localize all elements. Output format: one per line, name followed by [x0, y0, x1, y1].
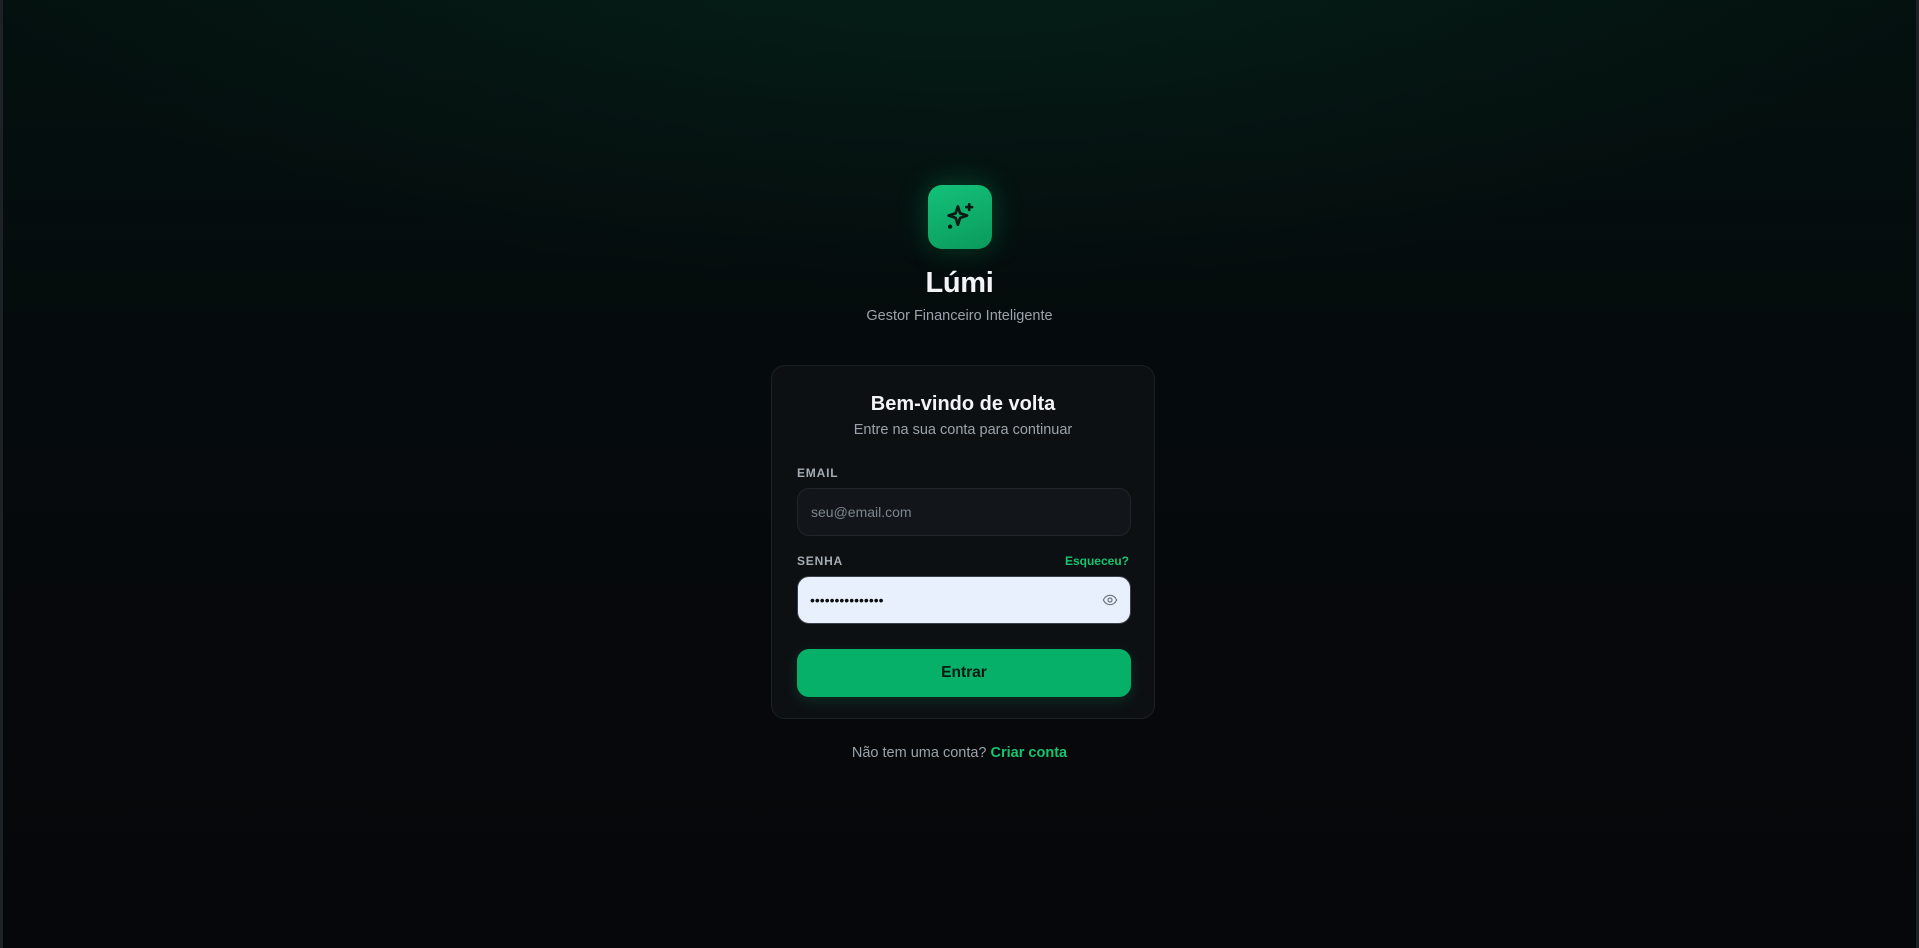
- app-tagline: Gestor Financeiro Inteligente: [866, 308, 1053, 324]
- toggle-password-visibility-button[interactable]: [1101, 591, 1119, 609]
- card-subtitle: Entre na sua conta para continuar: [853, 422, 1073, 438]
- password-label: SENHA: [797, 554, 844, 568]
- app-name: Lúmi: [925, 267, 994, 299]
- email-label-row: EMAIL: [797, 466, 1129, 480]
- password-field-wrapper: [797, 576, 1131, 624]
- login-page: Lúmi Gestor Financeiro Inteligente Bem-v…: [0, 0, 1919, 948]
- email-label: EMAIL: [797, 466, 839, 480]
- create-account-link[interactable]: Criar conta: [991, 745, 1068, 761]
- login-card: Bem-vindo de volta Entre na sua conta pa…: [771, 365, 1155, 719]
- password-label-row: SENHA Esqueceu?: [797, 554, 1129, 568]
- signup-prompt: Não tem uma conta? Criar conta: [3, 744, 1916, 762]
- card-title: Bem-vindo de volta: [870, 393, 1056, 415]
- brand-header: Lúmi Gestor Financeiro Inteligente: [3, 185, 1916, 325]
- eye-icon: [1102, 594, 1118, 606]
- signup-prompt-text: Não tem uma conta?: [851, 745, 991, 761]
- email-input[interactable]: [797, 488, 1131, 536]
- password-input[interactable]: [797, 576, 1131, 624]
- app-logo: [927, 185, 992, 249]
- forgot-password-link[interactable]: Esqueceu?: [1065, 554, 1129, 568]
- login-submit-button[interactable]: Entrar: [797, 649, 1131, 697]
- sparkles-icon: [946, 202, 973, 229]
